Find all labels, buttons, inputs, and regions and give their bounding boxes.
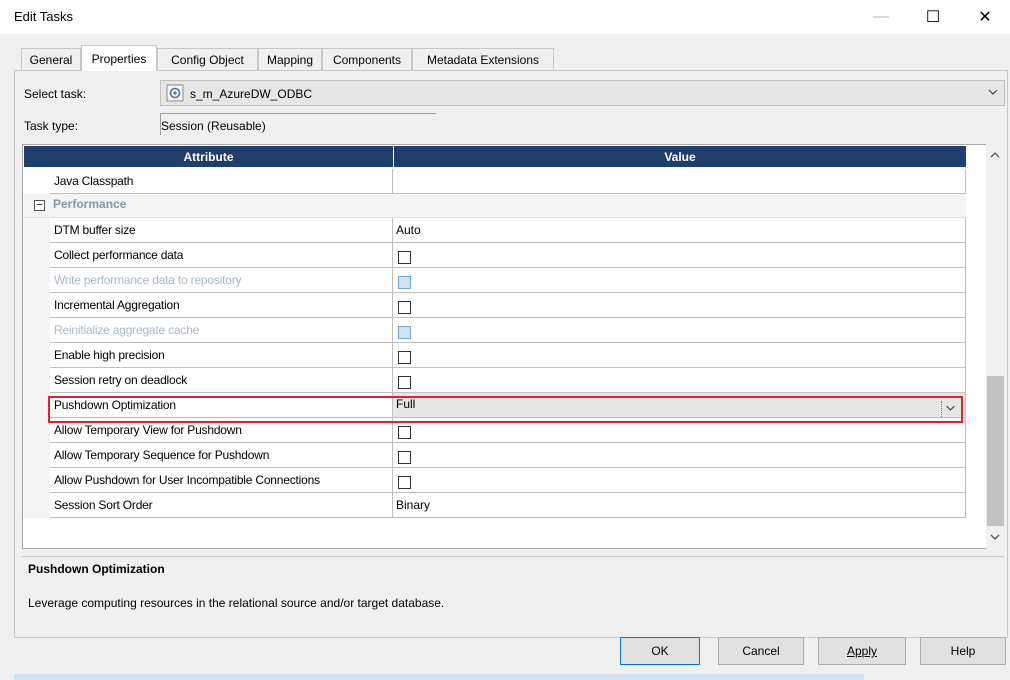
chevron-down-icon[interactable]	[986, 85, 1000, 99]
row-gutter	[23, 343, 50, 368]
row-gutter	[23, 368, 50, 393]
attribute-session-retry-on-deadlock[interactable]: Session retry on deadlock	[50, 368, 393, 393]
attribute-java-classpath[interactable]: Java Classpath	[50, 169, 393, 194]
attribute-collect-performance-data[interactable]: Collect performance data	[50, 243, 393, 268]
checkbox-collect-performance-data[interactable]	[398, 251, 411, 264]
scroll-down-icon[interactable]	[988, 530, 1002, 544]
tab-properties[interactable]: Properties	[81, 45, 157, 71]
value-session-sort-order[interactable]: Binary	[393, 493, 966, 518]
attribute-allow-pushdown-for-user-incompatible-connections[interactable]: Allow Pushdown for User Incompatible Con…	[50, 468, 393, 493]
attribute-session-sort-order[interactable]: Session Sort Order	[50, 493, 393, 518]
value-allow-pushdown-for-user-incompatible-connections[interactable]	[393, 468, 966, 493]
maximize-button[interactable]: ☐	[910, 0, 956, 34]
row-gutter	[23, 443, 50, 468]
attribute-enable-high-precision[interactable]: Enable high precision	[50, 343, 393, 368]
tab-metadata-extensions[interactable]: Metadata Extensions	[412, 48, 554, 70]
collapse-icon[interactable]: −	[34, 200, 45, 211]
window-title: Edit Tasks	[14, 9, 74, 24]
row-gutter	[23, 268, 50, 293]
row-gutter	[23, 493, 50, 518]
checkbox-allow-temporary-sequence-for-pushdown[interactable]	[398, 451, 411, 464]
group-label-performance: Performance	[53, 197, 127, 211]
value-incremental-aggregation[interactable]	[393, 293, 966, 318]
value-java-classpath[interactable]	[393, 169, 966, 194]
tab-mapping[interactable]: Mapping	[258, 48, 322, 70]
help-button[interactable]: Help	[920, 637, 1006, 665]
ok-button[interactable]: OK	[620, 637, 700, 665]
checkbox-incremental-aggregation[interactable]	[398, 301, 411, 314]
checkbox-reinitialize-aggregate-cache	[398, 326, 411, 339]
checkbox-session-retry-on-deadlock[interactable]	[398, 376, 411, 389]
row-gutter	[23, 393, 50, 418]
description-panel	[22, 556, 1004, 621]
group-row-performance	[23, 194, 966, 218]
scrollbar-thumb[interactable]	[987, 376, 1004, 526]
pushdown-highlight	[48, 396, 963, 423]
row-gutter	[23, 418, 50, 443]
value-allow-temporary-sequence-for-pushdown[interactable]	[393, 443, 966, 468]
value-column-header[interactable]: Value	[394, 146, 966, 167]
task-type-label: Task type:	[24, 119, 79, 133]
attribute-dtm-buffer-size[interactable]: DTM buffer size	[50, 218, 393, 243]
attribute-column-header[interactable]: Attribute	[24, 146, 393, 167]
close-button[interactable]: ✕	[962, 0, 1008, 34]
taskbar-strip	[14, 674, 864, 680]
tab-config-object[interactable]: Config Object	[157, 48, 258, 70]
row-gutter	[23, 243, 50, 268]
row-gutter	[23, 468, 50, 493]
checkbox-write-performance-data-to-repository	[398, 276, 411, 289]
task-type-border	[160, 113, 436, 114]
description-text: Leverage computing resources in the rela…	[28, 596, 445, 610]
value-enable-high-precision[interactable]	[393, 343, 966, 368]
description-title: Pushdown Optimization	[28, 562, 165, 576]
row-gutter	[23, 218, 50, 243]
checkbox-allow-pushdown-for-user-incompatible-connections[interactable]	[398, 476, 411, 489]
value-reinitialize-aggregate-cache[interactable]	[393, 318, 966, 343]
attribute-write-performance-data-to-repository[interactable]: Write performance data to repository	[50, 268, 393, 293]
tab-general[interactable]: General	[21, 48, 81, 70]
row-gutter	[23, 293, 50, 318]
scroll-up-icon[interactable]	[988, 148, 1002, 162]
row-gutter	[23, 318, 50, 343]
value-write-performance-data-to-repository[interactable]	[393, 268, 966, 293]
checkbox-enable-high-precision[interactable]	[398, 351, 411, 364]
cancel-button[interactable]: Cancel	[718, 637, 804, 665]
select-task-label: Select task:	[24, 87, 87, 101]
value-collect-performance-data[interactable]	[393, 243, 966, 268]
value-dtm-buffer-size[interactable]: Auto	[393, 218, 966, 243]
apply-button[interactable]: Apply	[818, 637, 906, 665]
checkbox-allow-temporary-view-for-pushdown[interactable]	[398, 426, 411, 439]
attribute-reinitialize-aggregate-cache[interactable]: Reinitialize aggregate cache	[50, 318, 393, 343]
value-session-retry-on-deadlock[interactable]	[393, 368, 966, 393]
attribute-allow-temporary-sequence-for-pushdown[interactable]: Allow Temporary Sequence for Pushdown	[50, 443, 393, 468]
task-type-value: Session (Reusable)	[161, 119, 266, 133]
attribute-incremental-aggregation[interactable]: Incremental Aggregation	[50, 293, 393, 318]
tab-components[interactable]: Components	[322, 48, 412, 70]
minimize-button[interactable]: —	[858, 0, 904, 34]
session-task-icon	[166, 84, 184, 102]
select-task-value: s_m_AzureDW_ODBC	[190, 87, 313, 101]
